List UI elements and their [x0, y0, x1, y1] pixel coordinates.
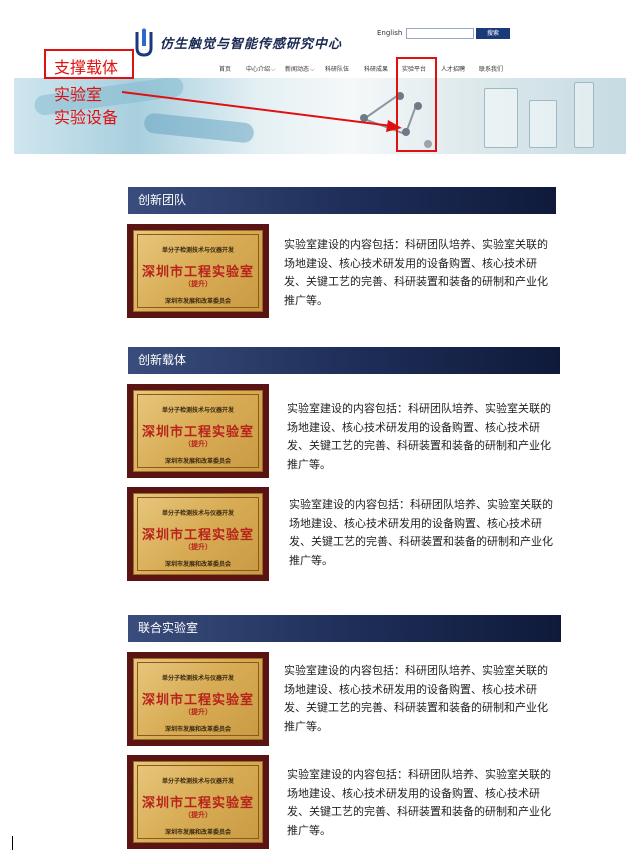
nav-news[interactable]: 新闻动态⌵ — [285, 64, 315, 74]
lab-description: 实验室建设的内容包括：科研团队培养、实验室关联的场地建设、核心技术研发用的设备购… — [284, 238, 548, 307]
nav-label: 中心介绍 — [246, 66, 271, 73]
nav-careers[interactable]: 人才招聘 — [441, 64, 465, 73]
active-nav-highlight — [396, 57, 437, 152]
nav-home[interactable]: 首页 — [219, 64, 231, 73]
certificate-image[interactable]: 单分子检测技术与仪器开发 深圳市工程实验室 （提升） 深圳市发展和改革委员会 — [127, 487, 269, 581]
nav-label: 首页 — [219, 66, 232, 73]
annotation-label: 实验设备 — [54, 108, 119, 127]
site-title[interactable]: 仿生触觉与智能传感研究中心 — [160, 33, 342, 52]
certificate-top-text: 单分子检测技术与仪器开发 — [161, 510, 234, 517]
certificate-plaque: 单分子检测技术与仪器开发 深圳市工程实验室 （提升） 深圳市发展和改革委员会 — [133, 390, 263, 472]
certificate-image[interactable]: 单分子检测技术与仪器开发 深圳市工程实验室 （提升） 深圳市发展和改革委员会 — [127, 224, 269, 318]
nav-label: 人才招聘 — [441, 66, 466, 73]
certificate-subtitle: （提升） — [184, 440, 212, 448]
annotation-label: 实验室 — [54, 85, 103, 104]
beaker-shape — [484, 88, 518, 148]
nav-label: 科研队伍 — [325, 66, 350, 73]
chevron-down-icon: ⌵ — [310, 66, 315, 73]
annotation-label: 支撑载体 — [54, 58, 119, 77]
section-header-innovation-carrier: 创新载体 — [128, 347, 560, 374]
certificate-issuer: 深圳市发展和改革委员会 — [164, 298, 231, 305]
certificate-subtitle: （提升） — [184, 708, 212, 716]
english-link[interactable]: English — [377, 29, 402, 37]
certificate-issuer: 深圳市发展和改革委员会 — [164, 829, 231, 836]
certificate-plaque: 单分子检测技术与仪器开发 深圳市工程实验室 （提升） 深圳市发展和改革委员会 — [133, 761, 263, 843]
certificate-title: 深圳市工程实验室 — [141, 693, 254, 708]
beaker-shape — [529, 100, 557, 148]
logo-icon[interactable] — [133, 28, 155, 58]
certificate-subtitle: （提升） — [184, 543, 212, 551]
nav-contact[interactable]: 联系我们 — [479, 64, 503, 73]
certificate-top-text: 单分子检测技术与仪器开发 — [161, 407, 234, 414]
certificate-image[interactable]: 单分子检测技术与仪器开发 深圳市工程实验室 （提升） 深圳市发展和改革委员会 — [127, 755, 269, 849]
nav-achievements[interactable]: 科研成果 — [364, 64, 388, 73]
nav-about[interactable]: 中心介绍⌵ — [246, 64, 276, 74]
certificate-plaque: 单分子检测技术与仪器开发 深圳市工程实验室 （提升） 深圳市发展和改革委员会 — [133, 658, 263, 740]
nav-label: 科研成果 — [364, 66, 389, 73]
text-cursor — [12, 836, 13, 850]
certificate-subtitle: （提升） — [184, 280, 212, 288]
annotation-arrow — [121, 91, 402, 132]
lab-description: 实验室建设的内容包括：科研团队培养、实验室关联的场地建设、核心技术研发用的设备购… — [287, 402, 551, 471]
nav-team[interactable]: 科研队伍 — [325, 64, 349, 73]
certificate-title: 深圳市工程实验室 — [141, 796, 254, 811]
certificate-top-text: 单分子检测技术与仪器开发 — [161, 778, 234, 785]
certificate-title: 深圳市工程实验室 — [141, 265, 254, 280]
certificate-image[interactable]: 单分子检测技术与仪器开发 深圳市工程实验室 （提升） 深圳市发展和改革委员会 — [127, 384, 269, 478]
section-header-innovation-team: 创新团队 — [128, 187, 556, 214]
nav-label: 联系我们 — [479, 66, 504, 73]
certificate-top-text: 单分子检测技术与仪器开发 — [161, 675, 234, 682]
certificate-issuer: 深圳市发展和改革委员会 — [164, 561, 231, 568]
certificate-issuer: 深圳市发展和改革委员会 — [164, 726, 231, 733]
nav-label: 新闻动态 — [285, 66, 310, 73]
section-header-joint-lab: 联合实验室 — [128, 615, 561, 642]
certificate-issuer: 深圳市发展和改革委员会 — [164, 458, 231, 465]
lab-description: 实验室建设的内容包括：科研团队培养、实验室关联的场地建设、核心技术研发用的设备购… — [284, 664, 548, 733]
lab-description: 实验室建设的内容包括：科研团队培养、实验室关联的场地建设、核心技术研发用的设备购… — [287, 768, 551, 837]
chevron-down-icon: ⌵ — [271, 66, 276, 73]
search-input[interactable] — [406, 28, 474, 39]
search-button[interactable]: 搜索 — [476, 28, 510, 39]
certificate-title: 深圳市工程实验室 — [141, 528, 254, 543]
certificate-title: 深圳市工程实验室 — [141, 425, 254, 440]
certificate-top-text: 单分子检测技术与仪器开发 — [161, 247, 234, 254]
lab-description: 实验室建设的内容包括：科研团队培养、实验室关联的场地建设、核心技术研发用的设备购… — [289, 498, 553, 567]
certificate-plaque: 单分子检测技术与仪器开发 深圳市工程实验室 （提升） 深圳市发展和改革委员会 — [133, 230, 263, 312]
certificate-subtitle: （提升） — [184, 811, 212, 819]
certificate-image[interactable]: 单分子检测技术与仪器开发 深圳市工程实验室 （提升） 深圳市发展和改革委员会 — [127, 652, 269, 746]
certificate-plaque: 单分子检测技术与仪器开发 深圳市工程实验室 （提升） 深圳市发展和改革委员会 — [133, 493, 263, 575]
beaker-shape — [574, 82, 594, 148]
